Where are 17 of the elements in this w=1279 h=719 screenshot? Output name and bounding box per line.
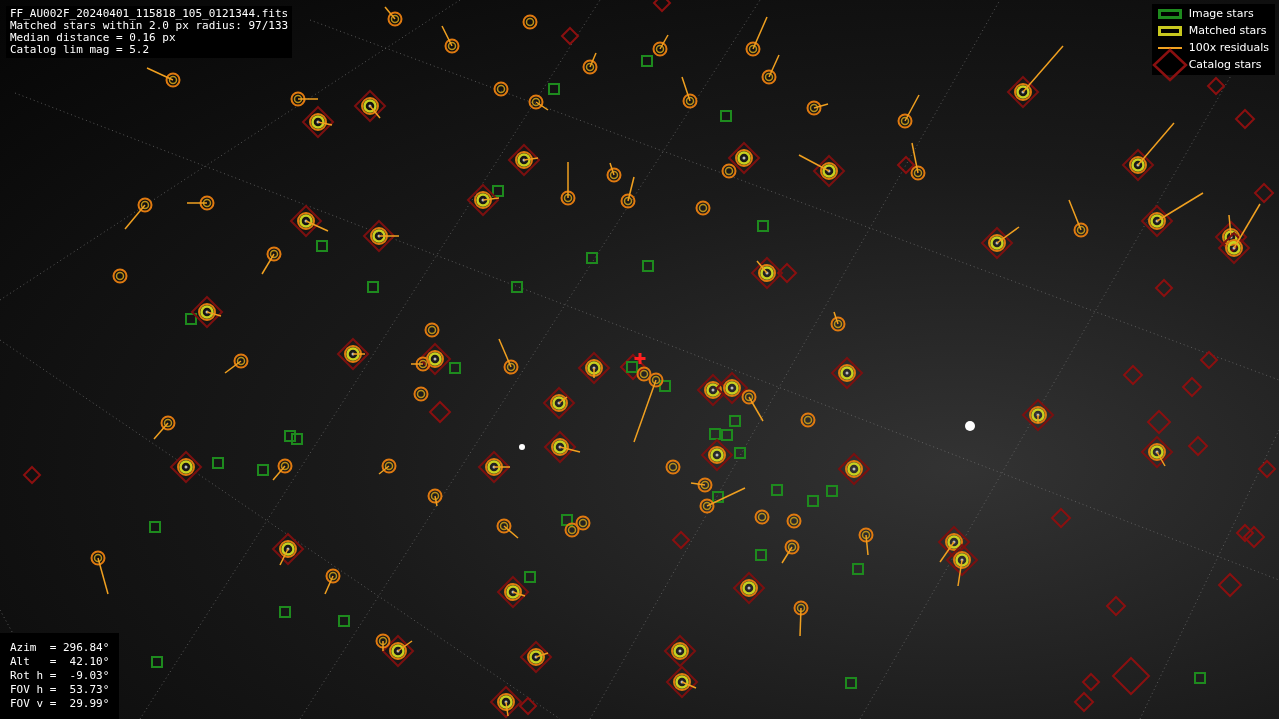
rectangle-icon <box>1157 26 1182 36</box>
legend-label: Catalog stars <box>1188 56 1262 73</box>
legend-label: 100x residuals <box>1188 39 1269 56</box>
rectangle-icon <box>1157 9 1182 19</box>
line-icon <box>1157 47 1182 49</box>
pointing-text: FOV v = 29.99° <box>10 697 110 711</box>
info-text: Median distance = 0.16 px <box>10 32 177 44</box>
legend-label: Image stars <box>1188 5 1254 22</box>
info-text: FF_AU002F_20240401_115818_105_0121344.fits <box>10 8 289 20</box>
pointing-text: FOV h = 53.73° <box>10 683 110 697</box>
info-text: Catalog lim mag = 5.2 <box>10 44 151 56</box>
info-text: Matched stars within 2.0 px radius: 97/133 <box>10 20 289 32</box>
pointing-text: Azim = 296.84° <box>10 641 110 655</box>
pointing-text: Alt = 42.10° <box>10 655 110 669</box>
diamond-icon <box>1151 48 1188 82</box>
legend-label: Matched stars <box>1188 22 1267 39</box>
pointing-text: Rot h = -9.03° <box>10 669 110 683</box>
